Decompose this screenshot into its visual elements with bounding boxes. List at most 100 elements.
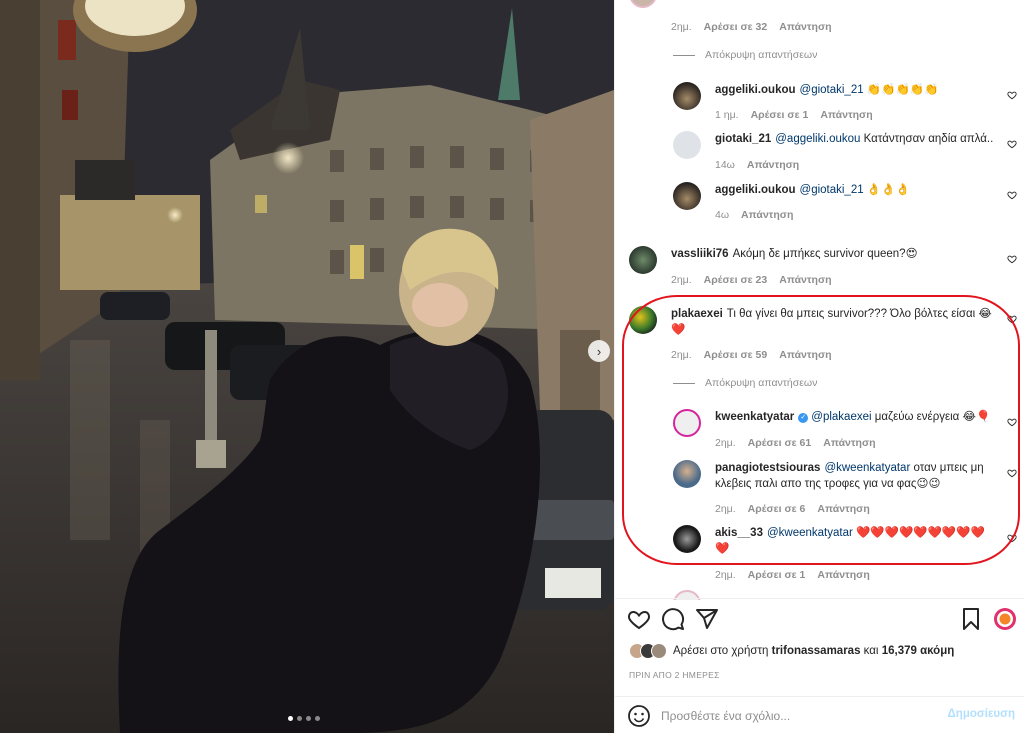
comment-time[interactable]: 4ω xyxy=(715,209,729,221)
street-night-photo xyxy=(0,0,614,733)
comment-time[interactable]: 2ημ. xyxy=(715,503,736,515)
comment-meta: 2ημ. Αρέσει σε 32 Απάντηση xyxy=(671,21,832,33)
comment-username[interactable]: giotaki_21 xyxy=(715,133,771,145)
avatar[interactable] xyxy=(673,525,701,553)
avatar[interactable] xyxy=(629,246,657,274)
comment-likes[interactable]: Αρέσει σε 6 xyxy=(748,503,806,515)
reply-button[interactable]: Απάντηση xyxy=(779,274,831,286)
carousel-dot xyxy=(288,716,293,721)
comment-username[interactable]: akis__33 xyxy=(715,527,763,539)
comment-likes[interactable]: Αρέσει σε 1 xyxy=(751,109,809,121)
comment-mention[interactable]: @plakaexei xyxy=(811,411,871,423)
carousel-dot xyxy=(315,716,320,721)
comment-meta: 2ημ. Αρέσει σε 1 Απάντηση xyxy=(715,569,870,581)
heart-icon[interactable] xyxy=(1007,90,1017,100)
comment-time[interactable]: 1 ημ. xyxy=(715,109,739,121)
post-date[interactable]: ΠΡΙΝ ΑΠΟ 2 ΗΜΕΡΕΣ xyxy=(629,670,720,680)
comment-time[interactable]: 2ημ. xyxy=(671,21,692,33)
reply-button[interactable]: Απάντηση xyxy=(779,21,831,33)
comment-text: Τι θα γίνει θα μπεις survivor??? Όλο βόλ… xyxy=(726,308,992,320)
comment-likes[interactable]: Αρέσει σε 59 xyxy=(704,349,768,361)
avatar[interactable] xyxy=(673,131,701,159)
comment-icon[interactable] xyxy=(661,607,685,631)
likes-summary: Αρέσει στο χρήστη trifonassamaras και 16… xyxy=(629,643,954,659)
comment-likes[interactable]: Αρέσει σε 23 xyxy=(704,274,768,286)
likes-count[interactable]: 16,379 ακόμη xyxy=(882,645,955,657)
post-comment-button[interactable]: Δημοσίευση xyxy=(948,708,1015,720)
comment-text-continued: ❤️ xyxy=(671,324,686,336)
comment-time[interactable]: 2ημ. xyxy=(715,437,736,449)
avatar[interactable] xyxy=(673,182,701,210)
comment-time[interactable]: 2ημ. xyxy=(671,349,692,361)
carousel-dot xyxy=(297,716,302,721)
comment-mention[interactable]: @kweenkatyatar xyxy=(824,462,910,474)
comment-likes[interactable]: Αρέσει σε 1 xyxy=(748,569,806,581)
liker-avatars[interactable] xyxy=(629,643,667,659)
carousel-next-button[interactable]: › xyxy=(588,340,610,362)
reply-button[interactable]: Απάντηση xyxy=(779,349,831,361)
reply-button[interactable]: Απάντηση xyxy=(747,159,799,171)
comment-text-continued: κλεβεις παλι απο της τροφες για να φας😉😉 xyxy=(715,478,941,490)
comment-mention[interactable]: @giotaki_21 xyxy=(800,184,864,196)
comment-time[interactable]: 2ημ. xyxy=(715,569,736,581)
comment-likes[interactable]: Αρέσει σε 32 xyxy=(704,21,768,33)
comment-text: μαζεύω ενέργεια 😂🎈 xyxy=(874,411,991,423)
comment-time[interactable]: 14ω xyxy=(715,159,735,171)
hide-replies-button[interactable]: Απόκρυψη απαντήσεων xyxy=(673,377,817,389)
comment-username[interactable]: aggeliki.oukou xyxy=(715,184,796,196)
avatar[interactable] xyxy=(673,82,701,110)
post-actions: Αρέσει στο χρήστη trifonassamaras και 16… xyxy=(615,598,1024,727)
add-comment-bar: Δημοσίευση xyxy=(615,696,1024,733)
reply-button[interactable]: Απάντηση xyxy=(817,569,869,581)
comment-meta: 1 ημ. Αρέσει σε 1 Απάντηση xyxy=(715,109,873,121)
save-icon[interactable] xyxy=(959,607,983,631)
comment-username[interactable]: kweenkatyatar xyxy=(715,411,794,423)
reply-button[interactable]: Απάντηση xyxy=(823,437,875,449)
comment-text-continued: ❤️ xyxy=(715,543,730,555)
heart-icon[interactable] xyxy=(1007,533,1017,543)
comment-input[interactable] xyxy=(661,706,941,726)
avatar[interactable] xyxy=(629,0,657,8)
heart-icon[interactable] xyxy=(1007,314,1017,324)
heart-icon[interactable] xyxy=(1007,139,1017,149)
comment-text: οταν μπεις μη xyxy=(913,462,984,474)
emoji-icon[interactable] xyxy=(627,704,651,728)
reply-button[interactable]: Απάντηση xyxy=(820,109,872,121)
post-photo[interactable]: › xyxy=(0,0,614,733)
comment-meta: 2ημ. Αρέσει σε 23 Απάντηση xyxy=(671,274,832,286)
heart-icon[interactable] xyxy=(1007,254,1017,264)
avatar[interactable] xyxy=(673,409,701,437)
avatar[interactable] xyxy=(673,460,701,488)
comment-likes[interactable]: Αρέσει σε 61 xyxy=(748,437,812,449)
reply-button[interactable]: Απάντηση xyxy=(741,209,793,221)
carousel-dot xyxy=(306,716,311,721)
comment-meta: 2ημ. Αρέσει σε 6 Απάντηση xyxy=(715,503,870,515)
verified-icon: ✓ xyxy=(798,413,809,423)
heart-icon[interactable] xyxy=(1007,468,1017,478)
comment-text: ❤️❤️❤️❤️❤️❤️❤️❤️❤️ xyxy=(856,527,985,539)
comment-username[interactable]: vassliiki76 xyxy=(671,248,729,260)
like-icon[interactable] xyxy=(627,607,651,631)
reply-button[interactable]: Απάντηση xyxy=(817,503,869,515)
share-icon[interactable] xyxy=(695,607,719,631)
comments-panel: 2ημ. Αρέσει σε 32 Απάντηση Απόκρυψη απαν… xyxy=(614,0,1024,733)
comment-mention[interactable]: @giotaki_21 xyxy=(800,84,864,96)
comment-text: 👌👌👌 xyxy=(866,184,910,196)
avatar[interactable] xyxy=(629,306,657,334)
reels-badge-icon[interactable] xyxy=(993,607,1017,631)
likes-connector: και xyxy=(863,645,879,657)
hide-replies-button[interactable]: Απόκρυψη απαντήσεων xyxy=(673,49,817,61)
heart-icon[interactable] xyxy=(1007,417,1017,427)
comment-meta: 4ω Απάντηση xyxy=(715,209,793,221)
liker-username[interactable]: trifonassamaras xyxy=(772,645,861,657)
comment-text: Ακόμη δε μπήκες survivor queen?😍 xyxy=(732,248,918,260)
comment-text: Κατάντησαν αηδία απλά.. xyxy=(863,133,994,145)
comment-username[interactable]: plakaexei xyxy=(671,308,723,320)
comment-mention[interactable]: @kweenkatyatar xyxy=(767,527,853,539)
comment-username[interactable]: aggeliki.oukou xyxy=(715,84,796,96)
comment-time[interactable]: 2ημ. xyxy=(671,274,692,286)
heart-icon[interactable] xyxy=(1007,190,1017,200)
comment-mention[interactable]: @aggeliki.oukou xyxy=(775,133,860,145)
comment-username[interactable]: panagiotestsiouras xyxy=(715,462,820,474)
comments-list[interactable]: 2ημ. Αρέσει σε 32 Απάντηση Απόκρυψη απαν… xyxy=(615,0,1024,600)
